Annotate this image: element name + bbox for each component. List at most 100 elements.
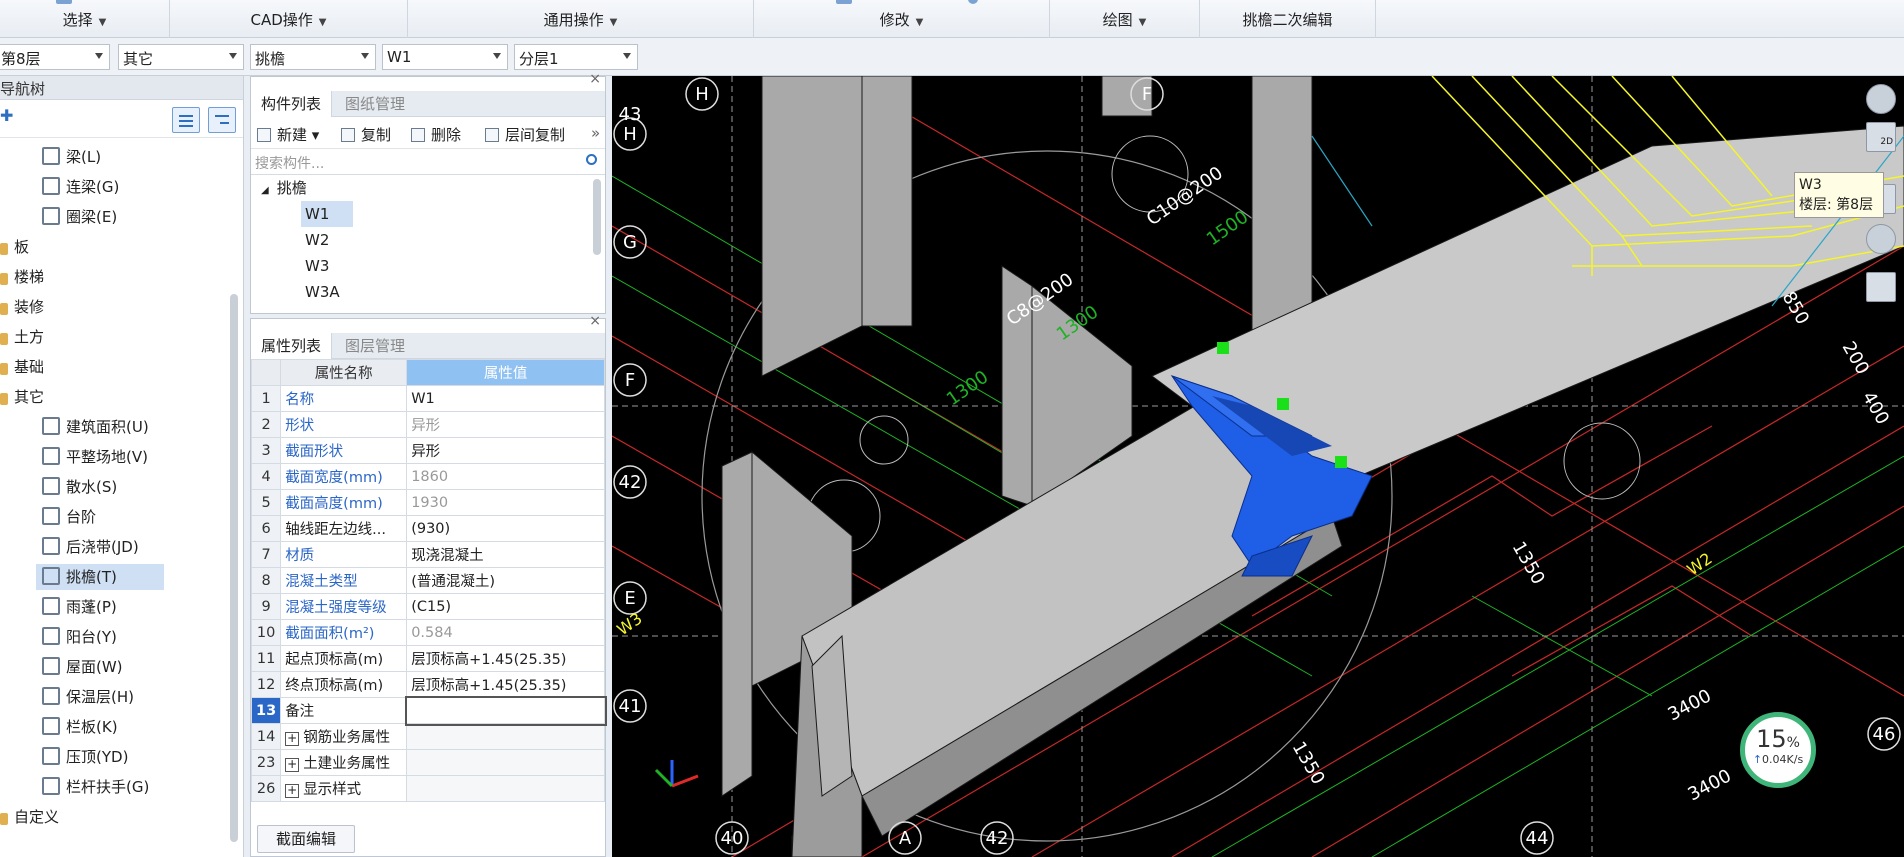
section-edit-button[interactable]: 截面编辑 xyxy=(257,825,356,853)
property-row[interactable]: 4 截面宽度(mm) 1860 xyxy=(250,463,605,490)
close-icon[interactable]: × xyxy=(589,71,601,87)
delete-button[interactable]: 删除 xyxy=(411,124,461,145)
property-value[interactable] xyxy=(406,749,605,776)
property-row[interactable]: 9 混凝土强度等级 (C15) xyxy=(250,593,605,620)
2d-view-button[interactable]: 2D xyxy=(1866,122,1896,152)
property-row[interactable]: 12 终点顶标高(m) 层顶标高+1.45(25.35) xyxy=(250,671,605,698)
property-value[interactable]: 0.584 xyxy=(406,619,605,646)
component-search-input[interactable]: 搜索构件... xyxy=(251,149,605,175)
component-list-scrollbar[interactable] xyxy=(593,179,601,255)
sublayer-select[interactable]: 分层1 xyxy=(514,44,638,70)
property-row[interactable]: 6 轴线距左边线... (930) xyxy=(250,515,605,542)
property-value[interactable]: 现浇混凝土 xyxy=(406,541,605,568)
nav-item[interactable]: 圈梁(E) xyxy=(36,204,164,230)
list-view-button[interactable] xyxy=(172,107,200,133)
nav-item[interactable]: 散水(S) xyxy=(36,474,164,500)
tab-layer-manage[interactable]: 图层管理 xyxy=(335,333,415,359)
layers-icon[interactable] xyxy=(1866,272,1896,302)
nav-item[interactable]: 梁(L) xyxy=(36,144,164,170)
property-row[interactable]: 5 截面高度(mm) 1930 xyxy=(250,489,605,516)
property-value[interactable] xyxy=(406,775,605,802)
component-type-select[interactable]: 挑檐 xyxy=(250,44,376,70)
expand-icon[interactable]: + xyxy=(285,784,300,798)
property-row[interactable]: 8 混凝土类型 (普通混凝土) xyxy=(250,567,605,594)
ribbon-group-draw[interactable]: 绘图 ▼ xyxy=(1050,0,1200,38)
component-item-w1[interactable]: W1 xyxy=(301,201,353,227)
floor-select[interactable]: 第8层 xyxy=(0,44,110,70)
property-value[interactable]: (普通混凝土) xyxy=(406,567,605,594)
property-value[interactable]: (930) xyxy=(406,515,605,542)
property-row[interactable]: 1 名称 W1 xyxy=(250,385,605,412)
copy-button[interactable]: 复制 xyxy=(341,124,391,145)
nav-item[interactable]: 楼梯 xyxy=(0,264,44,290)
nav-item[interactable]: 连梁(G) xyxy=(36,174,164,200)
nav-item[interactable]: 栏杆扶手(G) xyxy=(36,774,164,800)
ribbon-group-select[interactable]: 选择 ▼ xyxy=(0,0,170,38)
property-value[interactable] xyxy=(404,695,607,726)
property-value[interactable]: 1860 xyxy=(406,463,605,490)
property-value[interactable]: 层顶标高+1.45(25.35) xyxy=(406,645,605,672)
floor-copy-button[interactable]: 层间复制 xyxy=(485,124,565,145)
property-row[interactable]: 10 截面面积(m²) 0.584 xyxy=(250,619,605,646)
nav-item[interactable]: 后浇带(JD) xyxy=(36,534,164,560)
close-icon[interactable]: × xyxy=(589,313,601,329)
nav-item[interactable]: 屋面(W) xyxy=(36,654,164,680)
property-value[interactable]: 异形 xyxy=(406,411,605,438)
component-item-w3[interactable]: W3 xyxy=(305,253,329,279)
3d-viewport[interactable]: H F 43 H G F 42 E 41 46 40 A 42 44 C10@2… xyxy=(612,76,1904,857)
nav-item[interactable]: 雨蓬(P) xyxy=(36,594,164,620)
expand-icon[interactable]: + xyxy=(285,758,300,772)
component-group[interactable]: ◢ 挑檐 xyxy=(261,175,307,201)
nav-item[interactable]: 栏板(K) xyxy=(36,714,164,740)
orbit-sphere-icon[interactable] xyxy=(1866,84,1896,114)
nav-item[interactable]: 压顶(YD) xyxy=(36,744,164,770)
nav-item[interactable]: 台阶 xyxy=(36,504,164,530)
new-button[interactable]: 新建 ▾ xyxy=(257,124,319,145)
nav-item[interactable]: 平整场地(V) xyxy=(36,444,164,470)
nav-item[interactable]: 基础 xyxy=(0,354,44,380)
property-row[interactable]: 11 起点顶标高(m) 层顶标高+1.45(25.35) xyxy=(250,645,605,672)
network-speed-gauge[interactable]: 15% ↑0.04K/s xyxy=(1740,712,1816,788)
property-row[interactable]: 14 + 钢筋业务属性 xyxy=(250,723,605,750)
nav-item[interactable]: 挑檐(T) xyxy=(36,564,164,590)
property-value[interactable]: 异形 xyxy=(406,437,605,464)
component-item-w2[interactable]: W2 xyxy=(305,227,329,253)
component-item-w3a[interactable]: W3A xyxy=(305,279,340,305)
property-row[interactable]: 26 + 显示样式 xyxy=(250,775,605,802)
property-row[interactable]: 7 材质 现浇混凝土 xyxy=(250,541,605,568)
nav-scrollbar[interactable] xyxy=(230,294,238,842)
nav-item[interactable]: 土方 xyxy=(0,324,44,350)
property-value[interactable]: (C15) xyxy=(406,593,605,620)
ribbon-group-modify[interactable]: 修改 ▼ xyxy=(754,0,1050,38)
nav-item[interactable]: 自定义 xyxy=(0,804,59,830)
component-select[interactable]: W1 xyxy=(382,44,508,70)
ribbon-group-eave-edit[interactable]: 挑檐二次编辑 xyxy=(1200,0,1376,38)
tab-drawing-manage[interactable]: 图纸管理 xyxy=(335,91,415,117)
property-value[interactable]: 1930 xyxy=(406,489,605,516)
ribbon-group-cad[interactable]: CAD操作 ▼ xyxy=(170,0,408,38)
ribbon-group-general[interactable]: 通用操作 ▼ xyxy=(408,0,754,38)
expand-icon[interactable]: + xyxy=(285,732,300,746)
detail-view-button[interactable] xyxy=(208,107,236,133)
nav-item[interactable]: 建筑面积(U) xyxy=(36,414,164,440)
category-select[interactable]: 其它 xyxy=(118,44,244,70)
nav-item[interactable]: 阳台(Y) xyxy=(36,624,164,650)
property-row[interactable]: 2 形状 异形 xyxy=(250,411,605,438)
nav-item[interactable]: 装修 xyxy=(0,294,44,320)
tab-component-list[interactable]: 构件列表 xyxy=(251,91,333,117)
property-value[interactable] xyxy=(406,723,605,750)
property-row[interactable]: 13 备注 xyxy=(250,695,607,726)
nav-item[interactable]: 板 xyxy=(0,234,29,260)
more-icon[interactable]: » xyxy=(591,124,600,142)
property-value[interactable]: 层顶标高+1.45(25.35) xyxy=(406,671,605,698)
nav-item[interactable]: 保温层(H) xyxy=(36,684,164,710)
property-row[interactable]: 3 截面形状 异形 xyxy=(250,437,605,464)
expand-all-icon[interactable]: ✚ xyxy=(0,106,13,125)
rotate-icon[interactable] xyxy=(1866,224,1896,254)
property-value[interactable]: W1 xyxy=(406,385,605,412)
tab-property-list[interactable]: 属性列表 xyxy=(251,333,333,359)
nav-item[interactable]: 其它 xyxy=(0,384,44,410)
property-row[interactable]: 23 + 土建业务属性 xyxy=(250,749,605,776)
search-icon[interactable] xyxy=(586,154,597,165)
model-canvas[interactable]: H F 43 H G F 42 E 41 46 40 A 42 44 C10@2… xyxy=(612,76,1904,857)
